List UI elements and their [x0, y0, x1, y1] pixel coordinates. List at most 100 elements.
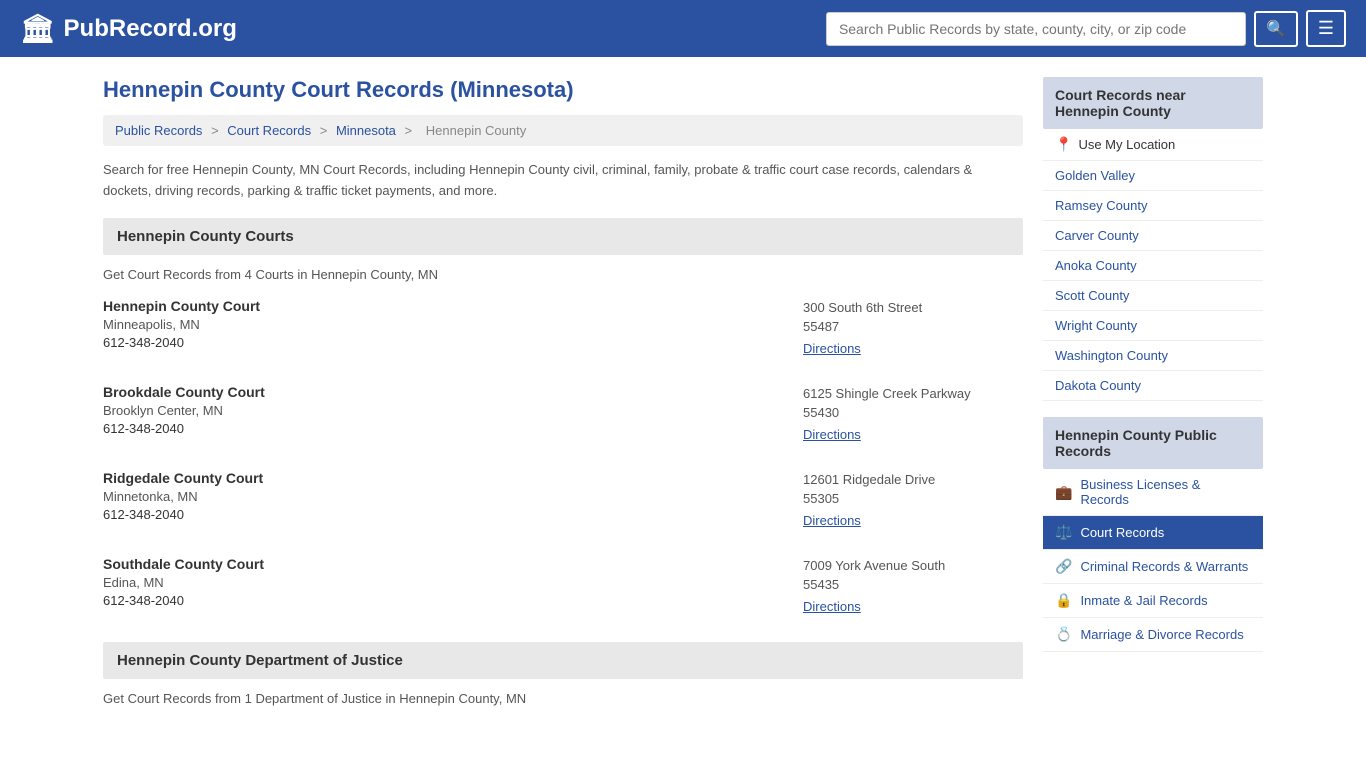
public-record-item[interactable]: 🔗 Criminal Records & Warrants — [1043, 550, 1263, 584]
logo-text: PubRecord.org — [64, 15, 237, 43]
court-address: 7009 York Avenue South55435 — [803, 556, 1023, 595]
court-directions[interactable]: Directions — [803, 426, 1023, 442]
nearby-county-link[interactable]: Scott County — [1055, 288, 1129, 303]
public-record-link[interactable]: Criminal Records & Warrants — [1080, 559, 1248, 574]
breadcrumb-current: Hennepin County — [426, 123, 526, 138]
public-record-item[interactable]: ⚖️ Court Records — [1043, 516, 1263, 550]
public-record-item[interactable]: 🔒 Inmate & Jail Records — [1043, 584, 1263, 618]
record-icon: 🔒 — [1055, 592, 1072, 609]
court-phone: 612-348-2040 — [103, 593, 264, 608]
breadcrumb-minnesota[interactable]: Minnesota — [336, 123, 396, 138]
record-icon: ⚖️ — [1055, 524, 1072, 541]
nearby-item[interactable]: Dakota County — [1043, 371, 1263, 401]
nearby-item[interactable]: Ramsey County — [1043, 191, 1263, 221]
nearby-item[interactable]: Carver County — [1043, 221, 1263, 251]
court-directions[interactable]: Directions — [803, 512, 1023, 528]
court-right-3: 7009 York Avenue South55435 Directions — [803, 556, 1023, 614]
use-location-label: Use My Location — [1078, 137, 1175, 152]
breadcrumb-court-records[interactable]: Court Records — [227, 123, 311, 138]
court-right-2: 12601 Ridgedale Drive55305 Directions — [803, 470, 1023, 528]
dept-section-header: Hennepin County Department of Justice — [103, 642, 1023, 679]
nearby-item[interactable]: Scott County — [1043, 281, 1263, 311]
courts-list: Hennepin County Court Minneapolis, MN 61… — [103, 298, 1023, 618]
court-left-0: Hennepin County Court Minneapolis, MN 61… — [103, 298, 260, 356]
nearby-county-link[interactable]: Washington County — [1055, 348, 1168, 363]
courts-section-description: Get Court Records from 4 Courts in Henne… — [103, 267, 1023, 282]
menu-button[interactable]: ☰ — [1306, 10, 1346, 47]
logo[interactable]: 🏛 PubRecord.org — [20, 12, 237, 45]
nearby-item[interactable]: Anoka County — [1043, 251, 1263, 281]
location-icon: 📍 — [1055, 136, 1072, 153]
court-right-0: 300 South 6th Street55487 Directions — [803, 298, 1023, 356]
page-title: Hennepin County Court Records (Minnesota… — [103, 77, 1023, 103]
public-record-link[interactable]: Marriage & Divorce Records — [1080, 627, 1243, 642]
court-address: 6125 Shingle Creek Parkway55430 — [803, 384, 1023, 423]
nearby-county-link[interactable]: Golden Valley — [1055, 168, 1135, 183]
court-entry: Brookdale County Court Brooklyn Center, … — [103, 384, 1023, 446]
breadcrumb-sep-1: > — [211, 123, 222, 138]
court-address: 300 South 6th Street55487 — [803, 298, 1023, 337]
public-record-item[interactable]: 💼 Business Licenses & Records — [1043, 469, 1263, 516]
nearby-item[interactable]: Washington County — [1043, 341, 1263, 371]
record-icon: 🔗 — [1055, 558, 1072, 575]
directions-link[interactable]: Directions — [803, 513, 861, 528]
court-left-1: Brookdale County Court Brooklyn Center, … — [103, 384, 265, 442]
page-description: Search for free Hennepin County, MN Cour… — [103, 160, 1023, 202]
public-records-list: 💼 Business Licenses & Records ⚖️ Court R… — [1043, 469, 1263, 652]
court-phone: 612-348-2040 — [103, 335, 260, 350]
search-input[interactable] — [826, 12, 1246, 46]
court-city: Edina, MN — [103, 575, 264, 590]
search-container: 🔍 ☰ — [826, 10, 1346, 47]
public-records-section: Hennepin County Public Records 💼 Busines… — [1043, 417, 1263, 652]
court-directions[interactable]: Directions — [803, 598, 1023, 614]
court-phone: 612-348-2040 — [103, 421, 265, 436]
court-entry: Hennepin County Court Minneapolis, MN 61… — [103, 298, 1023, 360]
court-right-1: 6125 Shingle Creek Parkway55430 Directio… — [803, 384, 1023, 442]
court-directions[interactable]: Directions — [803, 340, 1023, 356]
public-record-link[interactable]: Inmate & Jail Records — [1080, 593, 1207, 608]
record-icon: 💍 — [1055, 626, 1072, 643]
public-record-link[interactable]: Business Licenses & Records — [1080, 477, 1251, 507]
court-left-3: Southdale County Court Edina, MN 612-348… — [103, 556, 264, 614]
use-my-location[interactable]: 📍 Use My Location — [1043, 129, 1263, 161]
court-name: Ridgedale County Court — [103, 470, 263, 486]
nearby-county-link[interactable]: Carver County — [1055, 228, 1139, 243]
directions-link[interactable]: Directions — [803, 341, 861, 356]
nearby-section-title: Court Records near Hennepin County — [1043, 77, 1263, 129]
public-record-item[interactable]: 💍 Marriage & Divorce Records — [1043, 618, 1263, 652]
search-button[interactable]: 🔍 — [1254, 11, 1298, 47]
court-entry: Ridgedale County Court Minnetonka, MN 61… — [103, 470, 1023, 532]
content-area: Hennepin County Court Records (Minnesota… — [103, 77, 1023, 722]
court-name: Southdale County Court — [103, 556, 264, 572]
directions-link[interactable]: Directions — [803, 599, 861, 614]
public-record-link[interactable]: Court Records — [1080, 525, 1164, 540]
court-phone: 612-348-2040 — [103, 507, 263, 522]
nearby-item[interactable]: Golden Valley — [1043, 161, 1263, 191]
nearby-county-link[interactable]: Wright County — [1055, 318, 1137, 333]
court-name: Hennepin County Court — [103, 298, 260, 314]
directions-link[interactable]: Directions — [803, 427, 861, 442]
dept-section-description: Get Court Records from 1 Department of J… — [103, 691, 1023, 706]
main-container: Hennepin County Court Records (Minnesota… — [83, 57, 1283, 742]
nearby-item[interactable]: Wright County — [1043, 311, 1263, 341]
nearby-county-link[interactable]: Dakota County — [1055, 378, 1141, 393]
breadcrumb: Public Records > Court Records > Minneso… — [103, 115, 1023, 146]
breadcrumb-public-records[interactable]: Public Records — [115, 123, 202, 138]
sidebar: Court Records near Hennepin County 📍 Use… — [1043, 77, 1263, 722]
court-address: 12601 Ridgedale Drive55305 — [803, 470, 1023, 509]
nearby-county-link[interactable]: Ramsey County — [1055, 198, 1147, 213]
record-icon: 💼 — [1055, 484, 1072, 501]
nearby-list: 📍 Use My Location Golden Valley Ramsey C… — [1043, 129, 1263, 401]
court-city: Minnetonka, MN — [103, 489, 263, 504]
courts-section-header: Hennepin County Courts — [103, 218, 1023, 255]
court-city: Minneapolis, MN — [103, 317, 260, 332]
court-entry: Southdale County Court Edina, MN 612-348… — [103, 556, 1023, 618]
court-city: Brooklyn Center, MN — [103, 403, 265, 418]
logo-icon: 🏛 — [20, 12, 56, 45]
court-name: Brookdale County Court — [103, 384, 265, 400]
breadcrumb-sep-3: > — [405, 123, 416, 138]
breadcrumb-sep-2: > — [320, 123, 331, 138]
nearby-county-link[interactable]: Anoka County — [1055, 258, 1137, 273]
header: 🏛 PubRecord.org 🔍 ☰ — [0, 0, 1366, 57]
public-records-title: Hennepin County Public Records — [1043, 417, 1263, 469]
